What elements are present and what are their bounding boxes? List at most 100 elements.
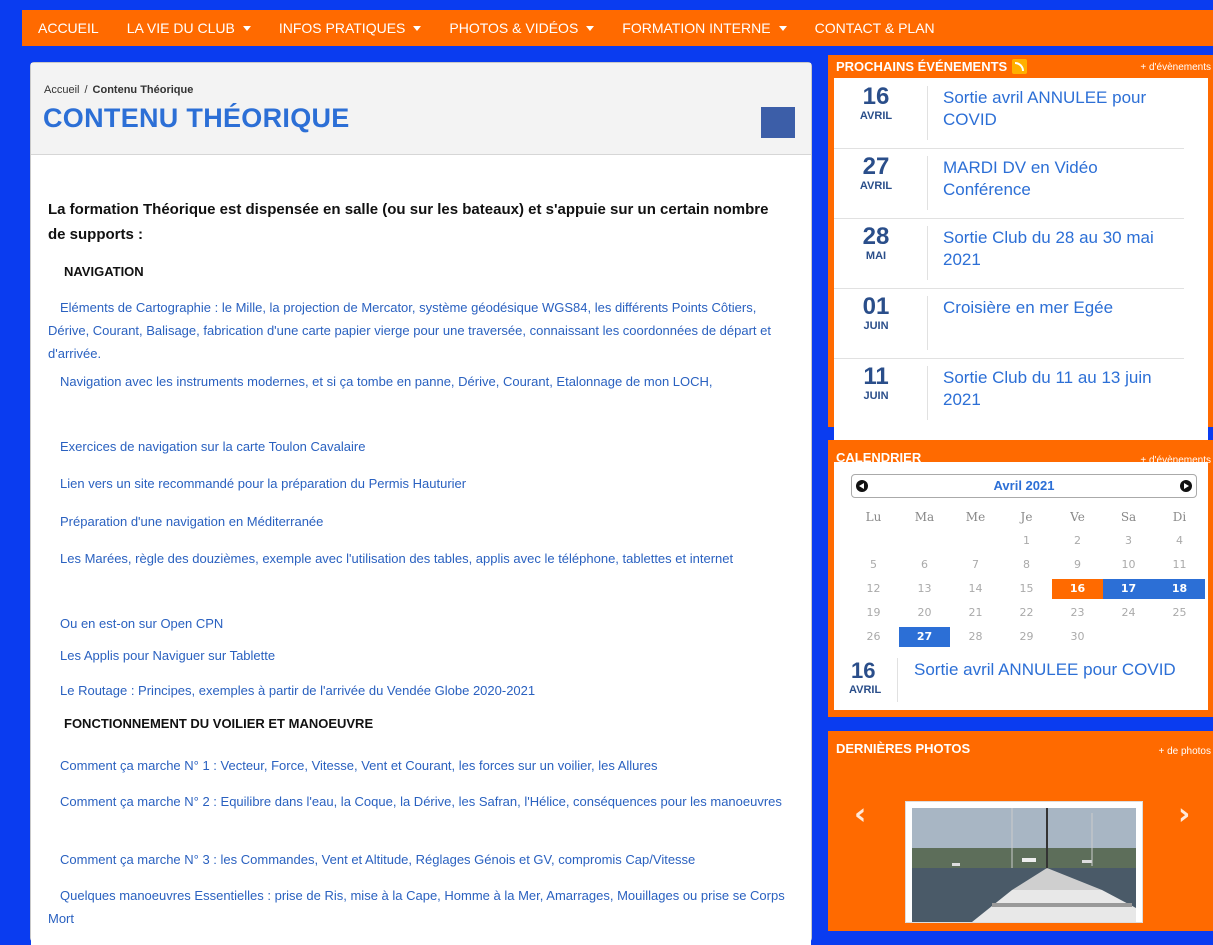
nav-item-5[interactable]: CONTACT & PLAN [801, 10, 949, 46]
calendar-day[interactable]: 6 [899, 555, 950, 575]
calendar-day[interactable]: 5 [848, 555, 899, 575]
navigation-link[interactable]: Eléments de Cartographie : le Mille, la … [48, 296, 788, 365]
calendar-day[interactable]: 21 [950, 603, 1001, 623]
chevron-left-icon[interactable]: ‹ [854, 797, 866, 832]
calendar-event-title[interactable]: Sortie avril ANNULEE pour COVID [914, 660, 1176, 680]
event-month: AVRIL [859, 110, 893, 122]
calendar-weekday: Ve [1070, 510, 1085, 524]
nav-item-0[interactable]: ACCUEIL [22, 10, 113, 46]
calendar-widget: Avril 2021 Lu Ma Me Je Ve Sa Di 1 2 3 4 5 6 7 8 9 10 11 12… [834, 462, 1208, 710]
calendar-day[interactable]: 20 [899, 603, 950, 623]
event-title[interactable]: Croisière en mer Egée [943, 297, 1183, 319]
event-title[interactable]: Sortie avril ANNULEE pour COVID [943, 87, 1183, 131]
chevron-right-icon[interactable]: › [1178, 797, 1190, 832]
calendar-day[interactable]: 3 [1103, 531, 1154, 551]
calendar-day[interactable]: 13 [899, 579, 950, 599]
event-month: AVRIL [859, 180, 893, 192]
calendar-day[interactable]: 29 [1001, 627, 1052, 647]
event-title[interactable]: Sortie Club du 28 au 30 mai 2021 [943, 227, 1183, 271]
event-item[interactable]: 11 JUIN Sortie Club du 11 au 13 juin 2021 [834, 358, 1184, 428]
navigation-link[interactable]: Exercices de navigation sur la carte Tou… [48, 435, 788, 458]
breadcrumb-current: Contenu Théorique [92, 84, 194, 96]
nav-item-3[interactable]: PHOTOS & VIDÉOS [435, 10, 608, 46]
navigation-link[interactable]: Navigation avec les instruments modernes… [48, 370, 788, 393]
event-item[interactable]: 28 MAI Sortie Club du 28 au 30 mai 2021 [834, 218, 1184, 289]
calendar-day[interactable]: 16 [1052, 579, 1103, 599]
calendar-day[interactable]: 24 [1103, 603, 1154, 623]
calendar-day[interactable]: 19 [848, 603, 899, 623]
navigation-link[interactable]: Préparation d'une navigation en Méditerr… [48, 510, 788, 533]
navigation-link[interactable]: Les Marées, règle des douzièmes, exemple… [48, 547, 788, 570]
breadcrumb-home-link[interactable]: Accueil [44, 84, 79, 96]
photos-heading-text: DERNIÈRES PHOTOS [836, 741, 971, 756]
calendar-day [950, 531, 1001, 551]
calendar-day [1154, 627, 1205, 647]
photos-heading: DERNIÈRES PHOTOS [836, 741, 970, 756]
calendar-day[interactable]: 25 [1154, 603, 1205, 623]
calendar-day[interactable]: 9 [1052, 555, 1103, 575]
event-title[interactable]: MARDI DV en Vidéo Conférence [943, 157, 1183, 201]
calendar-day[interactable]: 7 [950, 555, 1001, 575]
calendar-day[interactable]: 26 [848, 627, 899, 647]
calendar-day [1103, 627, 1154, 647]
calendar-day[interactable]: 2 [1052, 531, 1103, 551]
event-divider [927, 366, 928, 420]
calendar-day[interactable]: 8 [1001, 555, 1052, 575]
calendar-month-bar: Avril 2021 [851, 474, 1197, 498]
photos-more-link[interactable]: + de photos [1158, 746, 1211, 757]
rss-icon[interactable] [1012, 59, 1028, 74]
sailboat-photo[interactable] [912, 808, 1136, 922]
navigation-link[interactable]: Lien vers un site recommandé pour la pré… [48, 472, 788, 495]
calendar-day[interactable]: 18 [1154, 579, 1205, 599]
nav-item-label: ACCUEIL [38, 20, 99, 36]
event-month: JUIN [863, 320, 889, 332]
nav-item-label: LA VIE DU CLUB [126, 20, 235, 36]
event-item[interactable]: 01 JUIN Croisière en mer Egée [834, 288, 1184, 359]
calendar-day[interactable]: 17 [1103, 579, 1154, 599]
navigation-link[interactable]: Le Routage : Principes, exemples à parti… [48, 679, 788, 702]
calendar-day[interactable]: 28 [950, 627, 1001, 647]
caret-down-icon [242, 25, 251, 31]
calendar-day[interactable]: 15 [1001, 579, 1052, 599]
calendar-day[interactable]: 27 [899, 627, 950, 647]
calendar-event-month: AVRIL [849, 684, 882, 696]
nav-item-label: PHOTOS & VIDÉOS [449, 20, 579, 36]
event-divider [927, 156, 928, 210]
section-heading-navigation: NAVIGATION [64, 264, 144, 279]
calendar-day[interactable]: 12 [848, 579, 899, 599]
calendar-day [848, 531, 899, 551]
calendar-month-label[interactable]: Avril 2021 [852, 478, 1196, 493]
calendar-day[interactable]: 14 [950, 579, 1001, 599]
events-more-link[interactable]: + d'évènements [1140, 62, 1211, 73]
calendar-event-divider [897, 658, 898, 702]
calendar-day[interactable]: 4 [1154, 531, 1205, 551]
calendar-day[interactable]: 22 [1001, 603, 1052, 623]
navigation-link[interactable]: Les Applis pour Naviguer sur Tablette [48, 644, 788, 667]
event-title[interactable]: Sortie Club du 11 au 13 juin 2021 [943, 367, 1183, 411]
voilier-link[interactable]: Comment ça marche N° 1 : Vecteur, Force,… [48, 754, 788, 777]
calendar-day[interactable]: 23 [1052, 603, 1103, 623]
calendar-weekday: Je [1020, 510, 1033, 524]
voilier-link[interactable]: Quelques manoeuvres Essentielles : prise… [48, 884, 788, 930]
event-divider [927, 226, 928, 280]
calendar-day[interactable]: 11 [1154, 555, 1205, 575]
voilier-link[interactable]: Comment ça marche N° 2 : Equilibre dans … [48, 790, 788, 813]
navigation-link[interactable]: Ou en est-on sur Open CPN [48, 612, 788, 635]
calendar-weekday: Sa [1120, 510, 1137, 524]
voilier-link[interactable]: Comment ça marche N° 3 : les Commandes, … [48, 848, 788, 871]
calendar-day[interactable]: 10 [1103, 555, 1154, 575]
calendar-day [899, 531, 950, 551]
event-item[interactable]: 16 AVRIL Sortie avril ANNULEE pour COVID [834, 78, 1184, 149]
next-month-icon[interactable] [1180, 480, 1192, 492]
event-item[interactable]: 27 AVRIL MARDI DV en Vidéo Conférence [834, 148, 1184, 219]
nav-item-2[interactable]: INFOS PRATIQUES [265, 10, 436, 46]
calendar-weekday: Me [965, 510, 986, 524]
nav-item-4[interactable]: FORMATION INTERNE [608, 10, 800, 46]
events-heading: PROCHAINS ÉVÉNEMENTS [836, 59, 1028, 74]
calendar-day[interactable]: 30 [1052, 627, 1103, 647]
calendar-day[interactable]: 1 [1001, 531, 1052, 551]
nav-item-1[interactable]: LA VIE DU CLUB [113, 10, 265, 46]
photo-frame[interactable] [905, 801, 1143, 923]
event-month: MAI [865, 250, 887, 262]
caret-down-icon [778, 25, 787, 31]
